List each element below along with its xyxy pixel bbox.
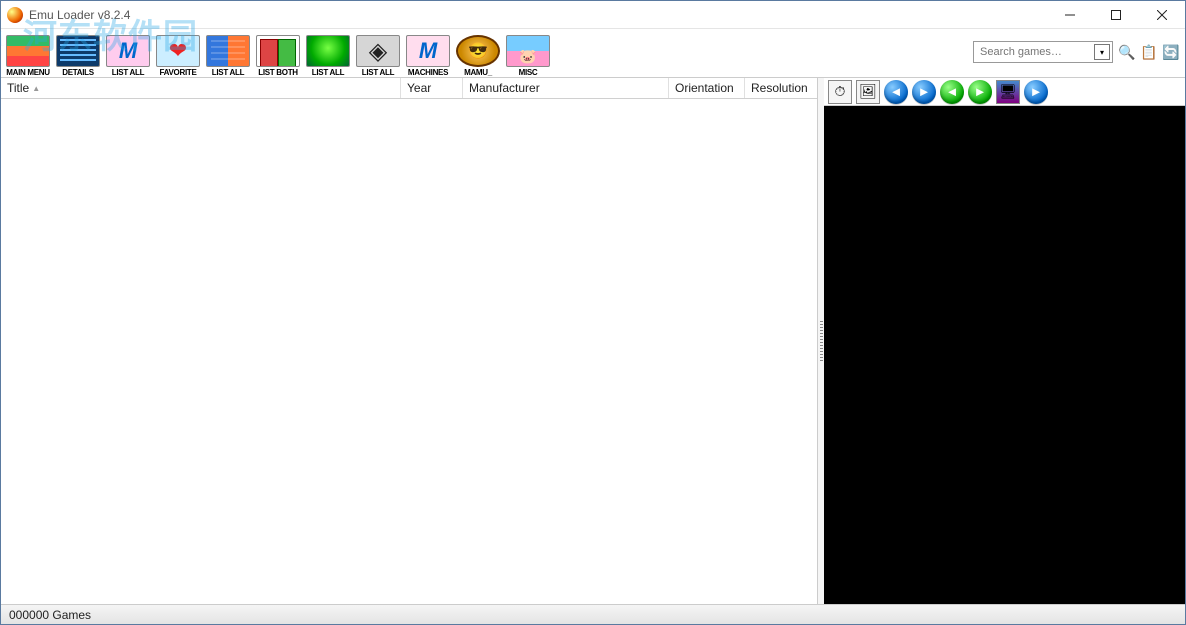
column-header-title[interactable]: Title ▲ [1, 78, 401, 98]
minimize-icon [1065, 10, 1075, 20]
toolbar-right-group: ▾ 🔍 📋 🔄 [973, 41, 1179, 63]
preview-images-button[interactable]: 🖼 [856, 80, 880, 104]
list-all-icon [306, 35, 350, 67]
toolbar-favorite-button[interactable]: FAVORITE [153, 29, 203, 77]
toolbar-list-all-4-button[interactable]: LIST ALL [353, 29, 403, 77]
list-all-icon [356, 35, 400, 67]
clock-icon: ⏱ [835, 83, 846, 100]
preview-timer-button[interactable]: ⏱ [828, 80, 852, 104]
arrow-right-icon: ► [918, 84, 931, 99]
window-close-button[interactable] [1139, 1, 1185, 29]
toolbar-misc-button[interactable]: MISC [503, 29, 553, 77]
clipboard-icon: 📋 [1140, 44, 1157, 61]
refresh-button[interactable]: 🔄 [1163, 44, 1179, 60]
close-icon [1157, 10, 1167, 20]
refresh-icon: 🔄 [1162, 44, 1179, 61]
search-go-button[interactable]: 🔍 [1119, 44, 1135, 60]
window-title: Emu Loader v8.2.4 [29, 8, 130, 22]
images-icon: 🖼 [859, 83, 877, 100]
window-minimize-button[interactable] [1047, 1, 1093, 29]
preview-prev-green-button[interactable]: ◄ [940, 80, 964, 104]
column-header-orientation[interactable]: Orientation [669, 78, 745, 98]
main-menu-icon [6, 35, 50, 67]
maximize-icon [1111, 10, 1121, 20]
content-area: Title ▲ Year Manufacturer Orientation Re… [1, 78, 1185, 604]
toolbar-machines-button[interactable]: MACHINES [403, 29, 453, 77]
games-list-pane: Title ▲ Year Manufacturer Orientation Re… [1, 78, 818, 604]
search-input[interactable] [973, 41, 1113, 63]
splitter-grip-icon [820, 321, 823, 361]
window-maximize-button[interactable] [1093, 1, 1139, 29]
main-toolbar: MAIN MENU DETAILS LIST ALL FAVORITE LIST… [1, 29, 1185, 78]
preview-toolbar: ⏱ 🖼 ◄ ► ◄ ► 🖥 ► [824, 78, 1185, 106]
toolbar-list-all-2-button[interactable]: LIST ALL [203, 29, 253, 77]
sort-asc-icon: ▲ [32, 84, 40, 93]
magnifier-icon: 🔍 [1118, 44, 1135, 61]
toolbar-list-both-button[interactable]: LIST BOTH [253, 29, 303, 77]
preview-display[interactable] [824, 106, 1185, 604]
preview-pane: ⏱ 🖼 ◄ ► ◄ ► 🖥 ► [824, 78, 1185, 604]
column-header-resolution[interactable]: Resolution [745, 78, 817, 98]
toolbar-details-button[interactable]: DETAILS [53, 29, 103, 77]
preview-prev-blue-button[interactable]: ◄ [884, 80, 908, 104]
arrow-right-icon: ► [974, 84, 987, 99]
games-list-body[interactable] [1, 99, 817, 604]
window-titlebar: Emu Loader v8.2.4 [1, 1, 1185, 29]
preview-next-green-button[interactable]: ► [968, 80, 992, 104]
status-bar: 000000 Games [1, 604, 1185, 624]
arrow-left-icon: ◄ [890, 84, 903, 99]
search-dropdown-button[interactable]: ▾ [1094, 44, 1110, 60]
toolbar-mamu-button[interactable]: MAMU_ [453, 29, 503, 77]
toolbar-list-all-1-button[interactable]: LIST ALL [103, 29, 153, 77]
toolbar-list-all-3-button[interactable]: LIST ALL [303, 29, 353, 77]
preview-screenshot-button[interactable]: 🖥 [996, 80, 1020, 104]
options-button[interactable]: 📋 [1141, 44, 1157, 60]
toolbar-main-menu-button[interactable]: MAIN MENU [3, 29, 53, 77]
list-all-icon [206, 35, 250, 67]
favorite-icon [156, 35, 200, 67]
column-header-row: Title ▲ Year Manufacturer Orientation Re… [1, 78, 817, 99]
status-text: 000000 Games [9, 608, 91, 622]
column-header-manufacturer[interactable]: Manufacturer [463, 78, 669, 98]
monitor-icon: 🖥 [999, 83, 1017, 100]
list-both-icon [256, 35, 300, 67]
mamu-icon [456, 35, 500, 67]
column-header-year[interactable]: Year [401, 78, 463, 98]
preview-play-button[interactable]: ► [1024, 80, 1048, 104]
misc-icon [506, 35, 550, 67]
arrow-left-icon: ◄ [946, 84, 959, 99]
preview-next-blue-button[interactable]: ► [912, 80, 936, 104]
machines-icon [406, 35, 450, 67]
play-icon: ► [1030, 84, 1043, 99]
chevron-down-icon: ▾ [1100, 48, 1104, 57]
details-icon [56, 35, 100, 67]
app-icon [7, 7, 23, 23]
list-all-icon [106, 35, 150, 67]
